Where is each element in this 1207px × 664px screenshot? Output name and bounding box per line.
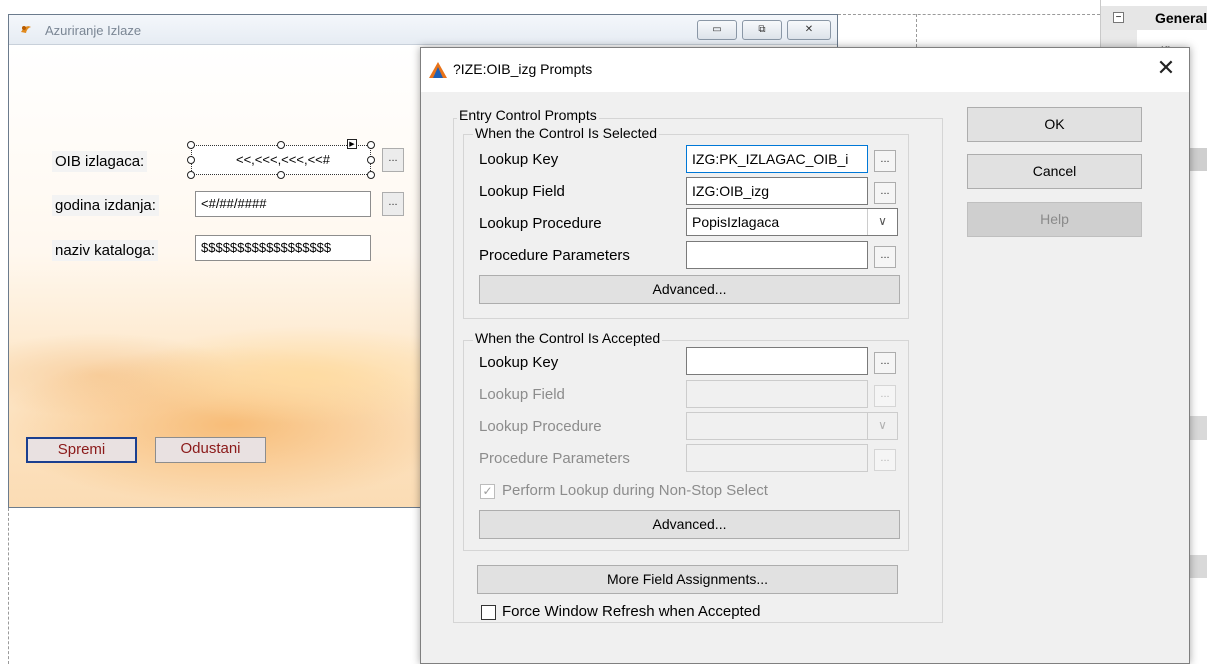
selected-lookup-procedure-value: PopisIzlagaca (692, 214, 780, 230)
accepted-lookup-key-input[interactable] (686, 347, 868, 375)
godina-label: godina izdanja: (52, 195, 159, 216)
designer-canvas: OIB izlagaca: <<,<<<,<<<,<<# ▶ ... godin… (9, 45, 429, 507)
force-refresh-checkbox[interactable] (481, 605, 496, 620)
selected-lookup-key-button[interactable]: ... (874, 150, 896, 172)
designer-guide-line (838, 14, 1100, 15)
designer-guide-line (8, 508, 9, 664)
resize-handle[interactable] (187, 156, 195, 164)
selected-lookup-field-label: Lookup Field (479, 183, 565, 200)
properties-category-header[interactable]: − General (1101, 6, 1207, 30)
dialog-title: ?IZE:OIB_izg Prompts (453, 61, 593, 77)
accepted-procedure-parameters-button[interactable]: ... (874, 449, 896, 471)
selected-advanced-button[interactable]: Advanced... (479, 275, 900, 304)
entry-control-prompts-title: Entry Control Prompts (457, 107, 599, 123)
designer-title-bar: Azuriranje Izlaze ▭ ⧉ ✕ (9, 15, 837, 45)
selected-lookup-field-button[interactable]: ... (874, 182, 896, 204)
accepted-procedure-parameters-input[interactable] (686, 444, 868, 472)
oib-entry-value: <<,<<<,<<<,<<# (236, 152, 330, 167)
selected-lookup-procedure-label: Lookup Procedure (479, 215, 602, 232)
designer-title: Azuriranje Izlaze (45, 23, 142, 38)
selected-lookup-procedure-combo[interactable]: PopisIzlagaca ∨ (686, 208, 898, 236)
save-button[interactable]: Spremi (26, 437, 137, 463)
accepted-lookup-field-button[interactable]: ... (874, 385, 896, 407)
accepted-procedure-parameters-label: Procedure Parameters (479, 450, 630, 467)
resize-handle[interactable] (367, 171, 375, 179)
ok-button[interactable]: OK (967, 107, 1142, 142)
selected-group-title: When the Control Is Selected (473, 125, 660, 141)
resize-handle[interactable] (277, 141, 285, 149)
selected-procedure-parameters-button[interactable]: ... (874, 246, 896, 268)
selected-procedure-parameters-label: Procedure Parameters (479, 247, 630, 264)
restore-button[interactable]: ⧉ (742, 20, 782, 40)
perform-lookup-checkbox[interactable]: ✓ (480, 484, 495, 499)
accepted-group-title: When the Control Is Accepted (473, 330, 663, 346)
perform-lookup-label: Perform Lookup during Non-Stop Select (502, 482, 768, 499)
cancel-button[interactable]: Odustani (155, 437, 266, 463)
cancel-dialog-button[interactable]: Cancel (967, 154, 1142, 189)
resize-handle[interactable] (277, 171, 285, 179)
accepted-lookup-key-button[interactable]: ... (874, 352, 896, 374)
accepted-lookup-procedure-label: Lookup Procedure (479, 418, 602, 435)
accepted-lookup-procedure-combo[interactable]: ∨ (686, 412, 898, 440)
oib-lookup-button[interactable]: ... (382, 148, 404, 172)
close-icon[interactable]: ✕ (1151, 54, 1181, 84)
resize-handle[interactable] (367, 156, 375, 164)
close-button[interactable]: ✕ (787, 20, 831, 40)
clarion-app-icon (429, 62, 447, 78)
selected-lookup-key-input[interactable]: IZG:PK_IZLAGAC_OIB_i (686, 145, 868, 173)
properties-category-label: General (1155, 10, 1207, 26)
accepted-lookup-field-input[interactable] (686, 380, 868, 408)
godina-entry[interactable]: <#/##/#### (195, 191, 371, 217)
oib-label: OIB izlagaca: (52, 151, 148, 172)
selected-lookup-field-input[interactable]: IZG:OIB_izg (686, 177, 868, 205)
collapse-icon[interactable]: − (1113, 12, 1124, 23)
accepted-lookup-key-label: Lookup Key (479, 354, 559, 371)
window-app-icon (21, 26, 31, 33)
prompts-dialog: ?IZE:OIB_izg Prompts ✕ Entry Control Pro… (420, 47, 1190, 664)
resize-handle[interactable] (187, 141, 195, 149)
designer-guide-line (916, 14, 917, 47)
dialog-title-bar: ?IZE:OIB_izg Prompts ✕ (421, 48, 1189, 92)
help-button[interactable]: Help (967, 202, 1142, 237)
selected-lookup-key-label: Lookup Key (479, 151, 559, 168)
force-refresh-label: Force Window Refresh when Accepted (502, 603, 761, 620)
naziv-entry[interactable]: $$$$$$$$$$$$$$$$$$ (195, 235, 371, 261)
resize-handle[interactable] (367, 141, 375, 149)
minimize-button[interactable]: ▭ (697, 20, 737, 40)
more-field-assignments-button[interactable]: More Field Assignments... (477, 565, 898, 594)
selected-procedure-parameters-input[interactable] (686, 241, 868, 269)
naziv-label: naziv kataloga: (52, 240, 159, 261)
godina-lookup-button[interactable]: ... (382, 192, 404, 216)
accepted-lookup-field-label: Lookup Field (479, 386, 565, 403)
chevron-down-icon[interactable]: ∨ (867, 413, 897, 439)
resize-handle[interactable] (187, 171, 195, 179)
accepted-advanced-button[interactable]: Advanced... (479, 510, 900, 539)
chevron-down-icon[interactable]: ∨ (867, 209, 897, 235)
anchor-icon: ▶ (347, 139, 357, 149)
